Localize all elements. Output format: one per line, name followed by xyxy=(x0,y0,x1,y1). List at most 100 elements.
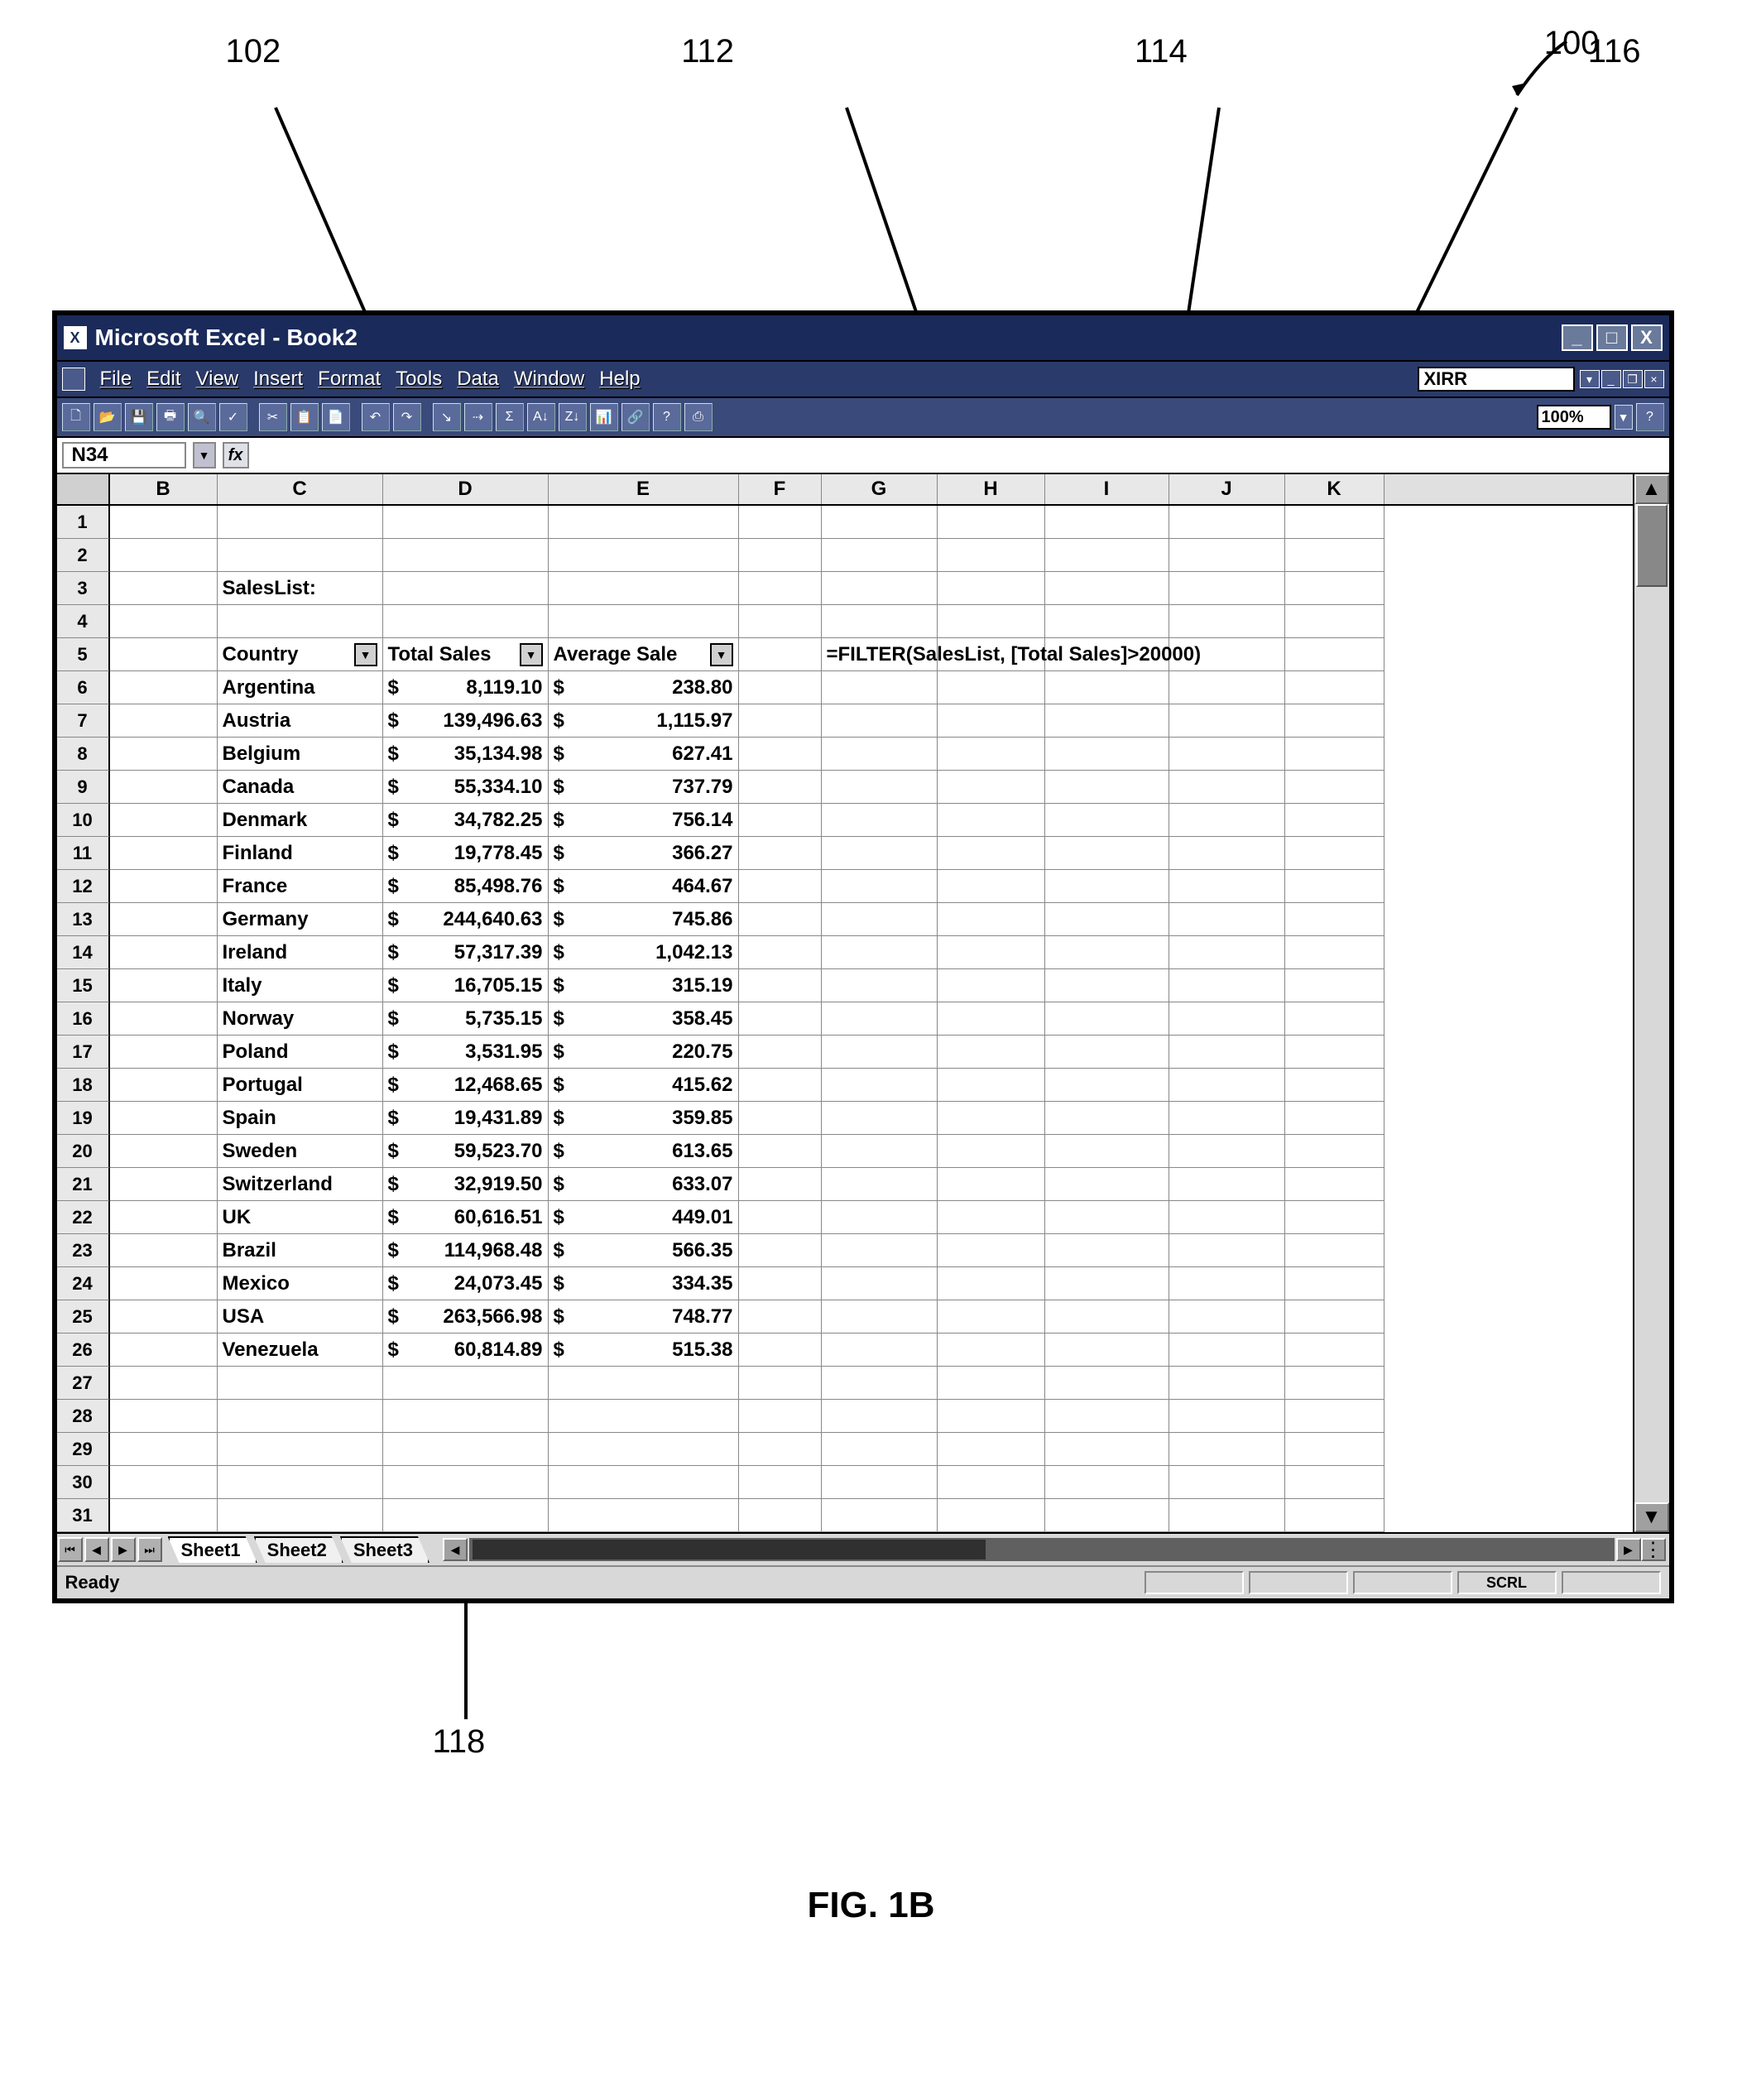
cell[interactable] xyxy=(739,1135,822,1168)
cell[interactable] xyxy=(1045,704,1169,738)
cell[interactable] xyxy=(1285,605,1384,638)
cell[interactable] xyxy=(938,1102,1045,1135)
cell[interactable] xyxy=(1045,605,1169,638)
cell[interactable] xyxy=(110,1267,218,1300)
menu-format[interactable]: Format xyxy=(318,368,381,391)
cell[interactable] xyxy=(1169,1433,1285,1466)
col-header-e[interactable]: E xyxy=(549,474,739,504)
cell[interactable] xyxy=(1285,1433,1384,1466)
cell[interactable] xyxy=(1285,704,1384,738)
cell[interactable] xyxy=(938,804,1045,837)
cell[interactable] xyxy=(1169,1367,1285,1400)
mdi-dropdown-button[interactable]: ▾ xyxy=(1580,370,1600,388)
row-header[interactable]: 10 xyxy=(57,804,110,837)
cell[interactable] xyxy=(1169,1036,1285,1069)
insert-icon[interactable]: ⇢ xyxy=(464,403,492,431)
cell[interactable] xyxy=(1169,572,1285,605)
row-header[interactable]: 5 xyxy=(57,638,110,671)
cell[interactable] xyxy=(1045,1201,1169,1234)
cell-average-sale[interactable]: $415.62 xyxy=(549,1069,739,1102)
cell-total-sales[interactable]: $24,073.45 xyxy=(383,1267,549,1300)
cell-total-sales[interactable]: $244,640.63 xyxy=(383,903,549,936)
cell[interactable] xyxy=(1169,771,1285,804)
cell[interactable] xyxy=(938,1168,1045,1201)
close-button[interactable]: X xyxy=(1631,324,1663,351)
cell[interactable] xyxy=(110,1300,218,1334)
cell[interactable] xyxy=(549,1367,739,1400)
cell[interactable] xyxy=(1045,870,1169,903)
cell[interactable] xyxy=(739,1234,822,1267)
row-header[interactable]: 7 xyxy=(57,704,110,738)
cell[interactable] xyxy=(110,1234,218,1267)
cell-total-sales[interactable]: $3,531.95 xyxy=(383,1036,549,1069)
cell-country[interactable]: Canada xyxy=(218,771,383,804)
cell-average-sale[interactable]: $238.80 xyxy=(549,671,739,704)
cell[interactable] xyxy=(1285,1102,1384,1135)
row-header[interactable]: 26 xyxy=(57,1334,110,1367)
cell-country[interactable]: Argentina xyxy=(218,671,383,704)
paste-icon[interactable]: 📄 xyxy=(322,403,350,431)
menu-edit[interactable]: Edit xyxy=(146,368,180,391)
cell[interactable] xyxy=(1169,1466,1285,1499)
cell[interactable] xyxy=(739,1466,822,1499)
cell-country[interactable]: Spain xyxy=(218,1102,383,1135)
cell-saleslist-label[interactable]: SalesList: xyxy=(218,572,383,605)
cell-total-sales[interactable]: $59,523.70 xyxy=(383,1135,549,1168)
cell[interactable] xyxy=(822,1168,938,1201)
cell[interactable] xyxy=(938,605,1045,638)
row-header[interactable]: 21 xyxy=(57,1168,110,1201)
sort-asc-icon[interactable]: A↓ xyxy=(527,403,555,431)
cell[interactable] xyxy=(739,870,822,903)
cell[interactable] xyxy=(1285,870,1384,903)
cell[interactable] xyxy=(739,969,822,1002)
cell[interactable] xyxy=(1045,1466,1169,1499)
cell[interactable] xyxy=(1045,903,1169,936)
scroll-right-icon[interactable]: ▶ xyxy=(1616,1538,1641,1561)
cell-average-sale[interactable]: $359.85 xyxy=(549,1102,739,1135)
cell[interactable] xyxy=(739,1036,822,1069)
cell[interactable] xyxy=(1169,1234,1285,1267)
cell[interactable] xyxy=(822,1201,938,1234)
mdi-minimize-button[interactable]: _ xyxy=(1601,370,1621,388)
menu-data[interactable]: Data xyxy=(457,368,499,391)
cell[interactable] xyxy=(1285,1234,1384,1267)
cell[interactable] xyxy=(822,1334,938,1367)
col-header-h[interactable]: H xyxy=(938,474,1045,504)
cell[interactable] xyxy=(1285,1267,1384,1300)
new-icon[interactable]: 🗋 xyxy=(62,403,90,431)
cell-country[interactable]: Brazil xyxy=(218,1234,383,1267)
mdi-close-button[interactable]: × xyxy=(1644,370,1664,388)
row-header[interactable]: 16 xyxy=(57,1002,110,1036)
cell[interactable] xyxy=(1045,771,1169,804)
cell-total-sales[interactable]: $8,119.10 xyxy=(383,671,549,704)
cell-country[interactable]: Denmark xyxy=(218,804,383,837)
copy-icon[interactable]: 📋 xyxy=(290,403,319,431)
cell[interactable] xyxy=(549,1400,739,1433)
cell[interactable] xyxy=(549,605,739,638)
cell[interactable] xyxy=(739,1267,822,1300)
cell[interactable] xyxy=(218,1433,383,1466)
row-header[interactable]: 31 xyxy=(57,1499,110,1532)
cell[interactable] xyxy=(938,969,1045,1002)
filter-dropdown-icon[interactable]: ▼ xyxy=(520,643,543,666)
cell[interactable] xyxy=(938,506,1045,539)
cell[interactable] xyxy=(218,506,383,539)
row-header[interactable]: 4 xyxy=(57,605,110,638)
cell[interactable] xyxy=(1285,1499,1384,1532)
cell-average-sale[interactable]: $220.75 xyxy=(549,1036,739,1069)
cell[interactable] xyxy=(739,903,822,936)
cell[interactable] xyxy=(110,1400,218,1433)
row-header[interactable]: 22 xyxy=(57,1201,110,1234)
cell[interactable] xyxy=(938,903,1045,936)
filter-dropdown-icon[interactable]: ▼ xyxy=(710,643,733,666)
cell[interactable] xyxy=(1045,1234,1169,1267)
preview-icon[interactable]: 🔍 xyxy=(188,403,216,431)
cell-total-sales[interactable]: $60,616.51 xyxy=(383,1201,549,1234)
cell[interactable] xyxy=(938,837,1045,870)
cell-country[interactable]: Ireland xyxy=(218,936,383,969)
cell[interactable] xyxy=(383,1433,549,1466)
cell[interactable] xyxy=(110,1433,218,1466)
cell[interactable] xyxy=(1169,738,1285,771)
cell[interactable] xyxy=(1169,969,1285,1002)
row-header[interactable]: 25 xyxy=(57,1300,110,1334)
